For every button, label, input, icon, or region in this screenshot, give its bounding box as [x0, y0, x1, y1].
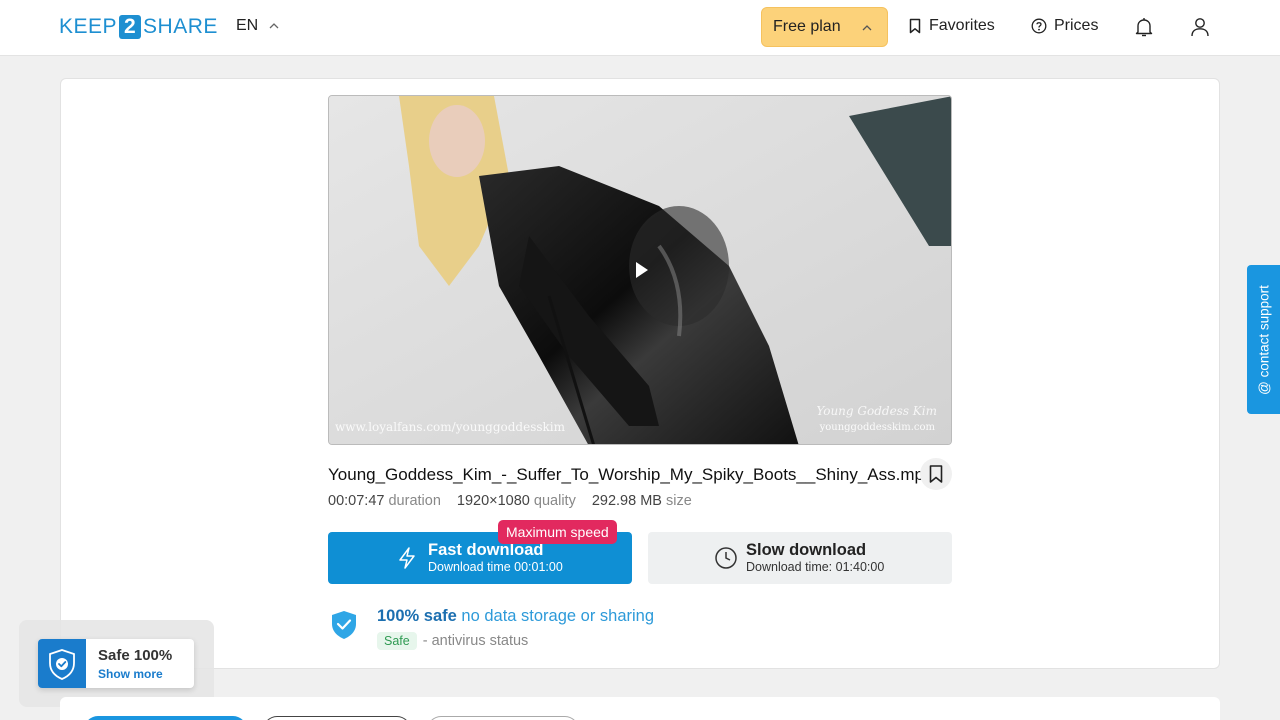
- duration-unit: duration: [388, 493, 441, 509]
- plan-button[interactable]: Free plan: [761, 7, 888, 47]
- top-header: KEEP 2 SHARE EN Free plan Favorites Pric…: [0, 0, 1280, 56]
- shield-check-icon: [332, 611, 356, 639]
- size-unit: size: [666, 493, 692, 509]
- lightning-icon: [399, 547, 415, 569]
- plan-label: Free plan: [773, 18, 841, 35]
- watermark-right: younggoddesskim.com: [819, 422, 935, 433]
- quality: 1920×1080 quality: [457, 493, 576, 509]
- slow-download-title: Slow download: [746, 541, 867, 559]
- add-favorite-button[interactable]: [920, 458, 952, 490]
- contact-support-label: @ contact support: [1256, 284, 1271, 395]
- prices-label: Prices: [1054, 17, 1099, 34]
- language-label: EN: [236, 17, 259, 34]
- fast-download-time: Download time 00:01:00: [428, 560, 563, 574]
- logo-text-2: 2: [119, 15, 142, 39]
- slow-download-button[interactable]: Slow download Download time: 01:40:00: [648, 532, 952, 584]
- safety-rest: no data storage or sharing: [461, 607, 655, 625]
- video-preview[interactable]: www.loyalfans.com/younggoddesskim Young …: [328, 95, 952, 445]
- chevron-up-icon: [862, 25, 872, 31]
- play-icon[interactable]: [630, 259, 652, 281]
- logo[interactable]: KEEP 2 SHARE: [59, 14, 218, 40]
- shield-check-icon: [49, 648, 75, 680]
- language-selector[interactable]: EN: [236, 17, 280, 35]
- prices-link[interactable]: Prices: [1031, 17, 1098, 35]
- safety-statement: 100% safe no data storage or sharing: [377, 607, 654, 626]
- antivirus-badge: Safe: [377, 632, 417, 650]
- safe-widget-icon-area: [38, 639, 86, 688]
- bottom-tab-2[interactable]: [263, 716, 411, 720]
- slow-download-time: Download time: 01:40:00: [746, 560, 885, 574]
- watermark-left: www.loyalfans.com/younggoddesskim: [335, 420, 566, 434]
- safe-widget-show-more[interactable]: Show more: [98, 667, 163, 681]
- size-value: 292.98 MB: [591, 493, 662, 509]
- bottom-tab-1[interactable]: [84, 716, 247, 720]
- chevron-up-icon: [269, 23, 279, 29]
- contact-support-tab[interactable]: @ contact support: [1247, 265, 1280, 414]
- file-meta: 00:07:47 duration 1920×1080 quality 292.…: [328, 493, 692, 509]
- safe-widget-title: Safe 100%: [98, 647, 173, 664]
- quality-unit: quality: [533, 493, 576, 509]
- antivirus-label: - antivirus status: [422, 633, 529, 649]
- favorites-link[interactable]: Favorites: [908, 17, 995, 35]
- size: 292.98 MB size: [592, 493, 692, 509]
- file-name: Young_Goddess_Kim_-_Suffer_To_Worship_My…: [328, 465, 934, 484]
- bookmark-icon: [909, 18, 921, 34]
- safety-strong: 100% safe: [377, 607, 457, 625]
- max-speed-badge: Maximum speed: [498, 520, 617, 544]
- bell-icon[interactable]: [1132, 15, 1156, 39]
- safe-widget[interactable]: Safe 100% Show more: [38, 639, 194, 688]
- duration: 00:07:47 duration: [328, 493, 441, 509]
- duration-value: 00:07:47: [328, 493, 385, 509]
- clock-icon: [715, 547, 737, 569]
- bookmark-icon: [929, 465, 943, 483]
- user-icon[interactable]: [1188, 15, 1212, 39]
- watermark-signature: Young Goddess Kim: [816, 404, 937, 418]
- logo-text-keep: KEEP: [59, 15, 118, 38]
- help-circle-icon: [1031, 18, 1047, 34]
- logo-text-share: SHARE: [143, 15, 218, 38]
- favorites-label: Favorites: [929, 17, 995, 34]
- antivirus-status: Safe - antivirus status: [377, 632, 528, 650]
- quality-value: 1920×1080: [456, 493, 530, 509]
- bottom-tab-3[interactable]: [427, 716, 579, 720]
